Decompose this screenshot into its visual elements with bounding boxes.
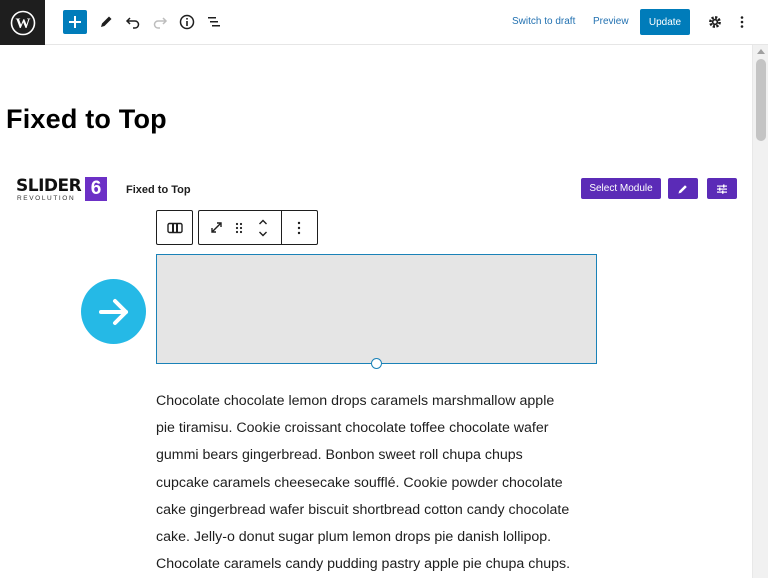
slider-logo-number: 6 bbox=[85, 177, 107, 201]
list-view-icon bbox=[208, 17, 220, 27]
edit-module-button[interactable] bbox=[668, 178, 698, 199]
expand-arrows-icon bbox=[210, 222, 222, 233]
drag-handle[interactable] bbox=[229, 211, 249, 244]
block-type-button[interactable] bbox=[156, 210, 193, 245]
slider-preview-block[interactable] bbox=[156, 254, 597, 364]
post-title[interactable]: Fixed to Top bbox=[6, 104, 167, 135]
paragraph-line: cake. Jelly-o donut sugar plum lemon dro… bbox=[156, 529, 552, 546]
info-icon bbox=[179, 14, 195, 30]
plus-icon bbox=[69, 16, 81, 28]
redo-icon bbox=[153, 17, 168, 29]
kebab-menu-icon bbox=[297, 221, 301, 234]
block-resize-handle[interactable] bbox=[371, 358, 382, 369]
paragraph-line: gummi bears gingerbread. Bonbon sweet ro… bbox=[156, 447, 523, 464]
svg-text:W: W bbox=[15, 16, 30, 32]
drag-handle-icon bbox=[235, 222, 243, 233]
add-block-button[interactable] bbox=[63, 10, 87, 34]
update-button[interactable]: Update bbox=[640, 9, 690, 35]
paragraph-line: Chocolate caramels candy pudding pastry … bbox=[156, 556, 571, 573]
editor-top-toolbar: W Switch to draft Preview Update bbox=[0, 0, 768, 45]
switch-to-draft-link[interactable]: Switch to draft bbox=[512, 16, 575, 27]
arrow-right-circle-icon bbox=[81, 279, 146, 344]
redo-button[interactable] bbox=[148, 10, 172, 34]
preview-link[interactable]: Preview bbox=[593, 16, 629, 27]
sliders-icon bbox=[717, 184, 727, 194]
slider-revolution-logo: SLIDER REVOLUTION 6 bbox=[16, 176, 108, 204]
editor-scrollbar[interactable] bbox=[752, 45, 768, 578]
expand-button[interactable] bbox=[205, 211, 227, 244]
scrollbar-thumb[interactable] bbox=[756, 59, 766, 141]
slider-logo-word: SLIDER bbox=[16, 176, 82, 196]
slider-module-title: Fixed to Top bbox=[126, 184, 191, 196]
scroll-up-arrow-icon[interactable] bbox=[757, 49, 765, 54]
gear-icon bbox=[709, 16, 721, 28]
paragraph-line: pie tiramisu. Cookie croissant chocolate… bbox=[156, 420, 549, 437]
block-type-icon bbox=[166, 222, 183, 233]
module-settings-button[interactable] bbox=[707, 178, 737, 199]
more-options-button[interactable] bbox=[730, 10, 754, 34]
pencil-icon bbox=[101, 16, 112, 27]
move-up-down-button[interactable] bbox=[253, 211, 273, 244]
paragraph-line: cupcake caramels cheesecake soufflé. Coo… bbox=[156, 474, 563, 491]
list-view-button[interactable] bbox=[202, 10, 226, 34]
block-options-button[interactable] bbox=[287, 211, 311, 244]
wordpress-logo-icon[interactable]: W bbox=[0, 0, 45, 45]
details-button[interactable] bbox=[175, 10, 199, 34]
slider-logo-sub: REVOLUTION bbox=[17, 195, 76, 202]
tools-button[interactable] bbox=[94, 10, 118, 34]
undo-button[interactable] bbox=[121, 10, 145, 34]
block-toolbar bbox=[198, 210, 318, 245]
paragraph-line: cake gingerbread wafer biscuit shortbrea… bbox=[156, 501, 570, 518]
content-paragraph[interactable]: Chocolate chocolate lemon drops caramels… bbox=[156, 388, 606, 578]
pencil-icon bbox=[678, 184, 687, 193]
settings-button[interactable] bbox=[703, 10, 727, 34]
undo-icon bbox=[125, 17, 140, 29]
toolbar-divider bbox=[281, 211, 282, 244]
select-module-button[interactable]: Select Module bbox=[581, 178, 661, 199]
kebab-menu-icon bbox=[740, 16, 744, 28]
paragraph-line: Chocolate chocolate lemon drops caramels… bbox=[156, 393, 555, 409]
chevron-up-down-icon bbox=[259, 219, 267, 236]
